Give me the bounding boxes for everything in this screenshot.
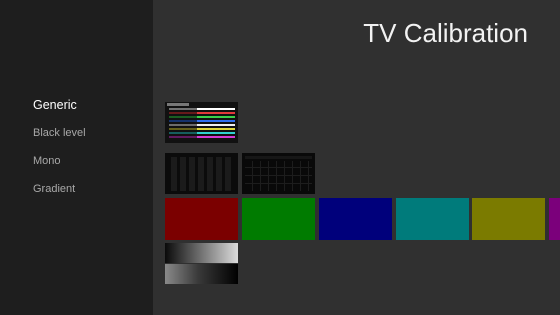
pattern-header-strip	[167, 103, 189, 106]
black-level-grid-card[interactable]	[242, 153, 315, 194]
color-bars-pattern-card[interactable]	[165, 102, 238, 143]
mono-red-card[interactable]	[165, 198, 238, 240]
black-grid	[245, 161, 312, 191]
gradient-black-to-white-card[interactable]	[165, 243, 238, 263]
mono-magenta-card[interactable]	[549, 198, 560, 240]
black-strip	[245, 156, 312, 159]
nav-item-black-level[interactable]: Black level	[33, 127, 86, 139]
sidebar: Generic Black level Mono Gradient	[0, 0, 153, 315]
color-bar	[169, 128, 235, 130]
color-bar	[169, 112, 235, 114]
black-column	[225, 157, 231, 191]
black-column	[198, 157, 204, 191]
mono-blue-card[interactable]	[319, 198, 392, 240]
page-title: TV Calibration	[363, 18, 528, 48]
black-level-columns-card[interactable]	[165, 153, 238, 194]
mono-green-card[interactable]	[242, 198, 315, 240]
color-bar	[169, 120, 235, 122]
black-column	[180, 157, 186, 191]
mono-cyan-card[interactable]	[396, 198, 469, 240]
black-column	[216, 157, 222, 191]
black-column	[189, 157, 195, 191]
black-column	[171, 157, 177, 191]
color-bar	[169, 132, 235, 134]
gradient-gray-to-black-card[interactable]	[165, 264, 238, 284]
nav-item-gradient[interactable]: Gradient	[33, 183, 75, 195]
mono-yellow-card[interactable]	[472, 198, 545, 240]
color-bar	[169, 116, 235, 118]
color-bar	[169, 136, 235, 138]
black-column	[207, 157, 213, 191]
color-bar	[169, 108, 235, 110]
nav-item-generic[interactable]: Generic	[33, 98, 77, 112]
color-bar	[169, 124, 235, 126]
nav-item-mono[interactable]: Mono	[33, 155, 61, 167]
